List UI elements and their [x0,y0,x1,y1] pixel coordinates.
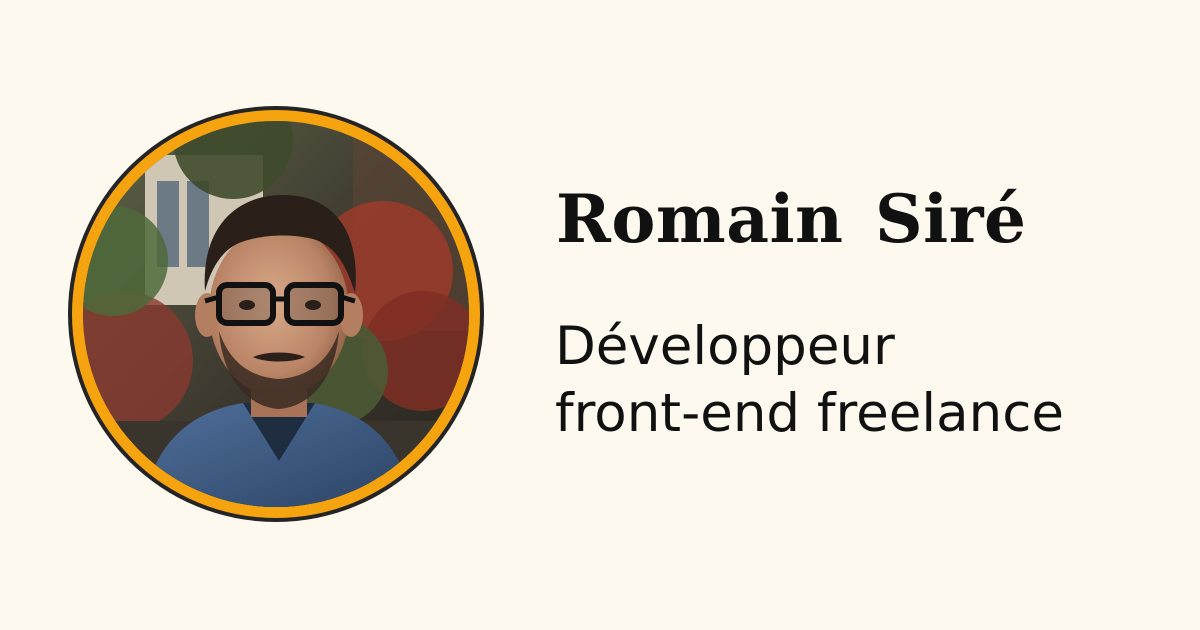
avatar [83,121,469,507]
person-name: Romain Siré [556,180,1027,258]
profile-photo [83,121,469,507]
job-title: Développeur front-end freelance [555,313,1064,447]
profile-card: Romain Siré Développeur front-end freela… [0,0,1200,630]
eye [305,300,321,310]
job-title-line-2: front-end freelance [555,383,1064,444]
building-window [187,181,209,267]
job-title-line-1: Développeur [555,316,895,377]
avatar-frame [68,106,484,522]
eye [239,300,255,310]
